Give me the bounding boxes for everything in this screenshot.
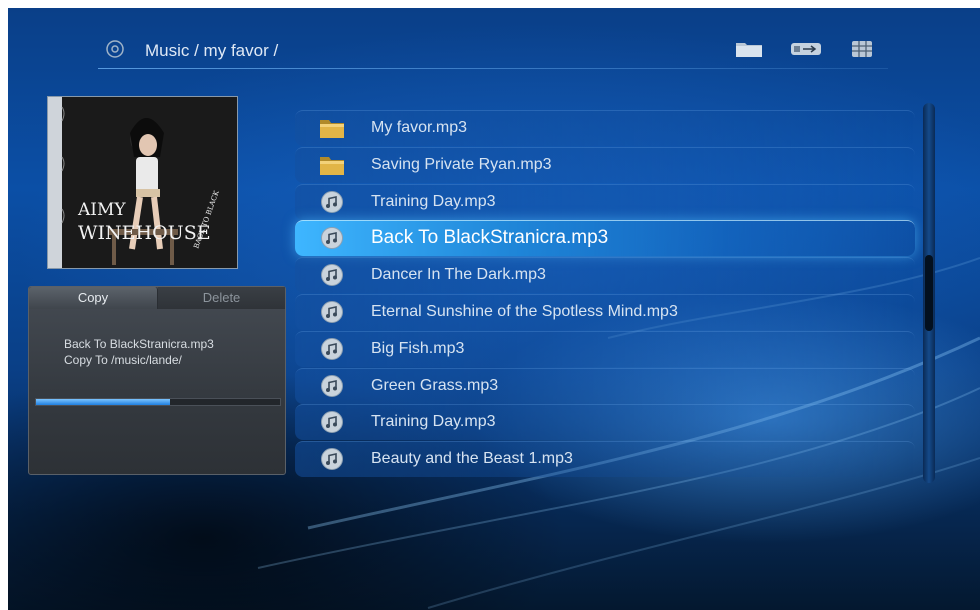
list-scrollbar[interactable] xyxy=(923,103,935,483)
tab-copy[interactable]: Copy xyxy=(29,287,158,309)
music-note-icon xyxy=(319,300,345,324)
music-note-icon xyxy=(319,447,345,471)
copy-progress-bar xyxy=(35,398,281,406)
top-bar: Music / my favor / xyxy=(8,8,980,78)
copy-file-name: Back To BlackStranicra.mp3 xyxy=(64,337,214,351)
list-item-label: Back To BlackStranicra.mp3 xyxy=(371,227,609,248)
music-note-icon xyxy=(319,374,345,398)
usb-icon[interactable] xyxy=(790,40,822,58)
scrollbar-thumb[interactable] xyxy=(925,255,933,331)
list-item[interactable]: Training Day.mp3 xyxy=(295,184,915,220)
media-player-screen: Music / my favor / AIMY WINEHOUSE BACK T… xyxy=(8,8,980,610)
music-note-icon xyxy=(319,190,345,214)
list-item-label: Training Day.mp3 xyxy=(371,193,496,210)
album-cover: AIMY WINEHOUSE BACK TO BLACK xyxy=(48,97,237,268)
svg-text:AIMY: AIMY xyxy=(77,200,126,220)
music-note-icon xyxy=(319,410,345,434)
list-item[interactable]: Eternal Sunshine of the Spotless Mind.mp… xyxy=(295,294,915,330)
list-item-label: Beauty and the Beast 1.mp3 xyxy=(371,450,573,467)
list-item-label: Dancer In The Dark.mp3 xyxy=(371,266,546,283)
folder-icon[interactable] xyxy=(735,40,763,58)
music-note-icon xyxy=(319,263,345,287)
breadcrumb: Music / my favor / xyxy=(145,41,279,60)
disc-icon xyxy=(106,40,124,58)
list-item-label: Big Fish.mp3 xyxy=(371,340,465,357)
copy-panel: Copy Delete Back To BlackStranicra.mp3 C… xyxy=(28,286,286,475)
list-item[interactable]: Training Day.mp3 xyxy=(295,404,915,440)
svg-text:WINEHOUSE: WINEHOUSE xyxy=(78,222,211,244)
album-cover-art: AIMY WINEHOUSE BACK TO BLACK xyxy=(48,97,237,268)
list-item-label: Saving Private Ryan.mp3 xyxy=(371,156,552,173)
list-item[interactable]: Beauty and the Beast 1.mp3 xyxy=(295,441,915,477)
panel-tabs: Copy Delete xyxy=(29,287,285,309)
tab-delete[interactable]: Delete xyxy=(158,287,285,309)
header-divider xyxy=(98,68,888,69)
list-item-label: Training Day.mp3 xyxy=(371,413,496,430)
list-item[interactable]: Dancer In The Dark.mp3 xyxy=(295,257,915,293)
copy-destination: Copy To /music/lande/ xyxy=(64,353,182,367)
list-item[interactable]: Green Grass.mp3 xyxy=(295,368,915,404)
list-item-label: My favor.mp3 xyxy=(371,119,468,136)
list-item[interactable]: Big Fish.mp3 xyxy=(295,331,915,367)
music-note-icon xyxy=(319,226,345,250)
list-item-label: Green Grass.mp3 xyxy=(371,377,499,394)
copy-progress-fill xyxy=(36,399,171,405)
list-item[interactable]: Saving Private Ryan.mp3 xyxy=(295,147,915,183)
grid-view-icon[interactable] xyxy=(851,40,873,58)
list-item-selected[interactable]: Back To BlackStranicra.mp3 xyxy=(295,220,915,256)
folder-icon xyxy=(319,116,345,140)
music-note-icon xyxy=(319,337,345,361)
folder-icon xyxy=(319,153,345,177)
list-item[interactable]: My favor.mp3 xyxy=(295,110,915,146)
list-item-label: Eternal Sunshine of the Spotless Mind.mp… xyxy=(371,303,678,320)
